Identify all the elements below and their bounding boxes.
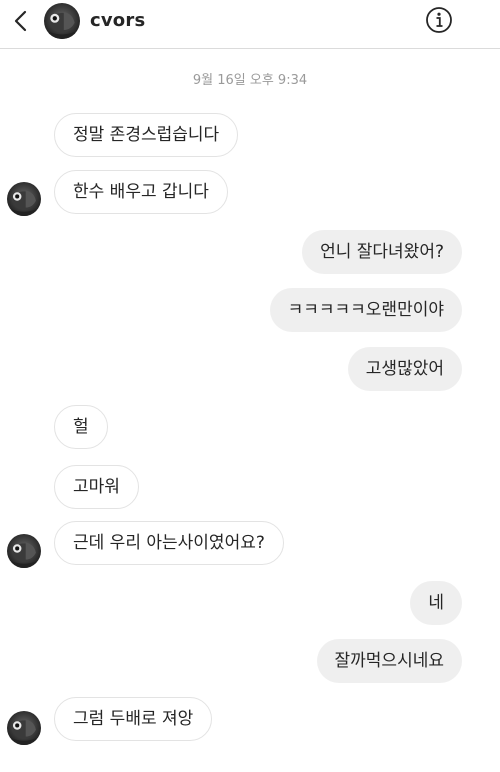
- header-avatar[interactable]: [44, 3, 80, 39]
- profile-photo: [7, 182, 41, 216]
- profile-photo: [7, 534, 41, 568]
- info-icon: [426, 7, 452, 33]
- message-bubble-incoming[interactable]: 근데 우리 아는사이였어요?: [54, 521, 284, 565]
- message-bubble-outgoing[interactable]: ㅋㅋㅋㅋㅋ오랜만이야: [269, 288, 462, 332]
- message-bubble-incoming[interactable]: 한수 배우고 갑니다: [54, 170, 228, 214]
- message-timestamp: 9월 16일 오후 9:34: [192, 73, 308, 88]
- info-button[interactable]: [424, 5, 454, 35]
- message-bubble-incoming[interactable]: 정말 존경스럽습니다: [54, 113, 239, 157]
- header-username[interactable]: cvors: [90, 10, 145, 31]
- message-bubble-outgoing[interactable]: 고생많았어: [347, 347, 462, 391]
- chat-header: cvors: [0, 0, 500, 49]
- message-bubble-incoming[interactable]: 그럼 두배로 져앙: [54, 697, 213, 741]
- message-bubble-outgoing[interactable]: 네: [410, 581, 462, 625]
- message-bubble-incoming[interactable]: 고마워: [54, 465, 139, 509]
- sender-avatar[interactable]: [7, 534, 41, 568]
- profile-photo: [44, 3, 80, 39]
- chevron-left-icon: [14, 10, 27, 32]
- profile-photo: [7, 711, 41, 745]
- message-bubble-outgoing[interactable]: 언니 잘다녀왔어?: [302, 230, 462, 274]
- message-bubble-incoming[interactable]: 헐: [54, 405, 108, 449]
- back-button[interactable]: [4, 4, 38, 38]
- message-bubble-outgoing[interactable]: 잘까먹으시네요: [316, 639, 462, 683]
- sender-avatar[interactable]: [7, 711, 41, 745]
- sender-avatar[interactable]: [7, 182, 41, 216]
